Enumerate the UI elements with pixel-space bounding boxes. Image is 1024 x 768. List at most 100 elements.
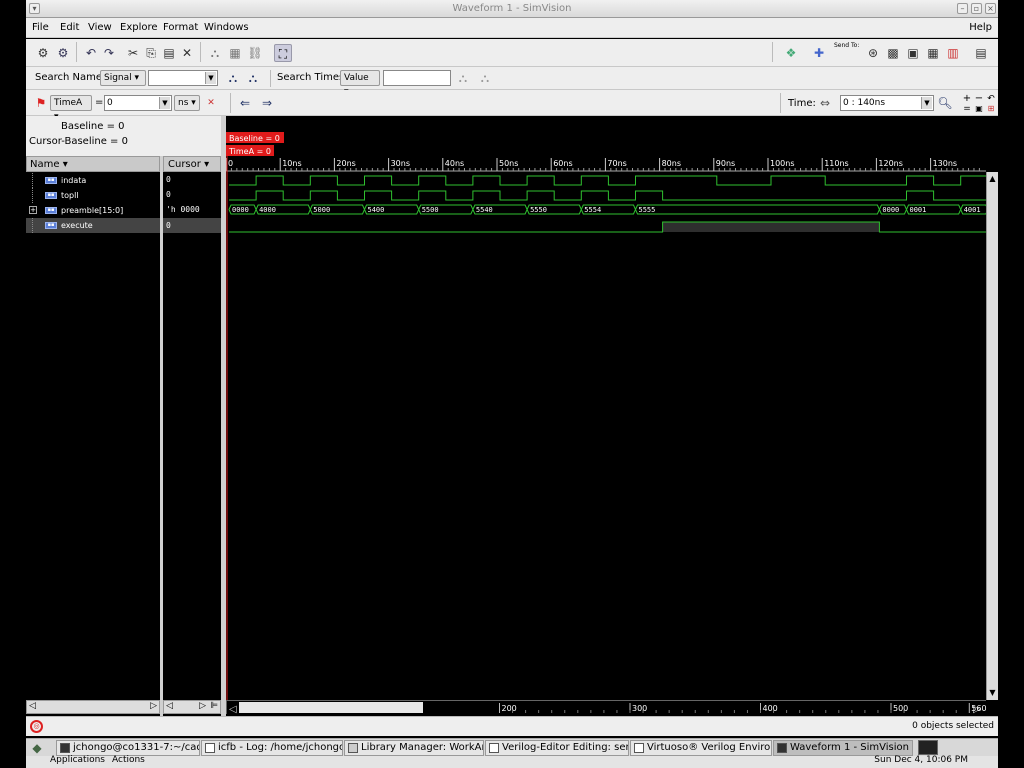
- bus-value-label: 5550: [530, 206, 547, 214]
- task-library-manager[interactable]: Library Manager: WorkArea:: [344, 740, 484, 756]
- name-horizontal-scrollbar[interactable]: ◁ ▷: [26, 700, 160, 714]
- expand-icon[interactable]: +: [29, 206, 37, 214]
- desktop-left-strip: [0, 0, 26, 768]
- send-to-browser-icon[interactable]: ⊛: [864, 44, 882, 62]
- window-titlebar[interactable]: ▾ Waveform 1 - SimVision – ▫ ×: [26, 0, 998, 18]
- task-waveform[interactable]: Waveform 1 - SimVision: [773, 740, 913, 756]
- search-names-type-value: Signal: [104, 73, 132, 83]
- minimize-icon[interactable]: –: [957, 3, 968, 14]
- name-column-header[interactable]: Name ▾: [26, 156, 160, 172]
- search-names-prev-icon[interactable]: ⛬: [244, 69, 262, 87]
- overview-left-arrow-icon[interactable]: ◁: [229, 704, 237, 715]
- waveform-canvas[interactable]: Baseline = 0 TimeA = 0 0 10ns 20ns 30ns 40ns 50…: [225, 116, 989, 700]
- menu-help[interactable]: Help: [969, 22, 992, 33]
- wave-indata[interactable]: [229, 175, 988, 186]
- select-mode-icon[interactable]: ⛶: [274, 44, 292, 62]
- cursor-horizontal-scrollbar[interactable]: ◁ ▷ ⊫: [163, 700, 221, 714]
- cursor-unit-select[interactable]: ns ▾: [174, 95, 200, 111]
- search-times-input[interactable]: [383, 70, 451, 86]
- cursor-column-header[interactable]: Cursor ▾: [163, 156, 221, 172]
- signal-name-list: ▪▪ indata ▪▪ topll + ▪▪ preamble[15:0] ▪…: [26, 172, 160, 699]
- menu-edit[interactable]: Edit: [60, 22, 79, 33]
- search-names-next-icon[interactable]: ⛬: [224, 69, 242, 87]
- timeline-tick-label: 20ns: [336, 159, 355, 168]
- chevron-down-icon[interactable]: ▼: [921, 97, 932, 109]
- task-icfb-log[interactable]: icfb - Log: /home/jchongo/Cl: [201, 740, 343, 756]
- delete-icon[interactable]: ✕: [178, 44, 196, 62]
- task-terminal[interactable]: jchongo@co1331-7:~/caden: [56, 740, 200, 756]
- actions-menu[interactable]: Actions: [112, 755, 145, 765]
- hierarchy-icon[interactable]: ❖: [782, 44, 800, 62]
- cursor-flag-icon[interactable]: ⚑: [32, 94, 50, 112]
- cut-icon[interactable]: ✂: [124, 44, 142, 62]
- signal-icon: ▪▪: [45, 192, 57, 199]
- time-range-lock-icon[interactable]: ⇔: [816, 94, 834, 112]
- signal-name: topll: [61, 191, 79, 200]
- reinvoke-icon[interactable]: ⚙: [54, 44, 72, 62]
- zoom-icon[interactable]: 🔍︎: [936, 94, 954, 112]
- task-virtuoso[interactable]: Virtuoso® Verilog Environm: [630, 740, 772, 756]
- open-database-icon[interactable]: ⚙: [34, 44, 52, 62]
- close-icon[interactable]: ×: [985, 3, 996, 14]
- waveform-svg[interactable]: Baseline = 0 TimeA = 0 0 10ns 20ns 30ns 40ns 50…: [225, 116, 989, 700]
- bus-value-label: 5555: [639, 206, 656, 214]
- stop-icon[interactable]: ◎: [30, 720, 43, 733]
- menu-windows[interactable]: Windows: [204, 22, 249, 33]
- overview-svg[interactable]: ◁▷200300400500560ns: [227, 701, 996, 715]
- scroll-left-icon[interactable]: ◁: [166, 701, 173, 711]
- send-to-register-icon[interactable]: ▦: [924, 44, 942, 62]
- time-range-input[interactable]: 0 : 140ns ▼: [840, 95, 934, 111]
- search-names-type-select[interactable]: Signal ▾: [100, 70, 146, 86]
- menu-explore[interactable]: Explore: [120, 22, 158, 33]
- undo-icon[interactable]: ↶: [82, 44, 100, 62]
- previous-edge-icon[interactable]: ⇐: [236, 94, 254, 112]
- align-icon[interactable]: ⊫: [210, 701, 218, 711]
- search-times-type-select[interactable]: Value ▾: [340, 70, 380, 97]
- send-to-schematic-icon[interactable]: ▩: [884, 44, 902, 62]
- create-expression-icon[interactable]: ⛓: [246, 44, 264, 62]
- task-verilog-editor[interactable]: Verilog-Editor Editing: senio: [485, 740, 629, 756]
- send-to-memory-icon[interactable]: ▤: [972, 44, 990, 62]
- scroll-right-icon[interactable]: ▷: [150, 701, 157, 711]
- scroll-right-icon[interactable]: ▷: [199, 701, 206, 711]
- paste-icon[interactable]: ▤: [160, 44, 178, 62]
- signal-row-indata[interactable]: ▪▪ indata: [26, 173, 160, 188]
- menu-format[interactable]: Format: [163, 22, 198, 33]
- search-names-input[interactable]: ▼: [148, 70, 218, 86]
- vertical-scrollbar[interactable]: ▲ ▼: [986, 172, 998, 700]
- next-edge-icon[interactable]: ⇒: [258, 94, 276, 112]
- send-to-design-browser-icon[interactable]: ▥: [944, 44, 962, 62]
- scroll-down-icon[interactable]: ▼: [988, 688, 997, 698]
- wave-topll[interactable]: [229, 190, 988, 201]
- overview-visible-window[interactable]: [239, 702, 423, 713]
- add-plus-icon[interactable]: ✚: [810, 44, 828, 62]
- chevron-down-icon[interactable]: ▼: [159, 97, 170, 109]
- time-overview-bar[interactable]: ◁▷200300400500560ns: [226, 700, 996, 715]
- signal-row-preamble[interactable]: + ▪▪ preamble[15:0]: [26, 203, 160, 218]
- redo-icon[interactable]: ↷: [100, 44, 118, 62]
- copy-icon[interactable]: ⎘: [142, 44, 160, 62]
- bus-segment-preamble[interactable]: [634, 204, 880, 215]
- cursor-value-preamble: 'h 0000: [166, 205, 200, 214]
- delete-cursor-icon[interactable]: ✕: [202, 94, 220, 112]
- workspace-switcher[interactable]: [918, 740, 938, 755]
- cursor-time-input[interactable]: 0 ▼: [104, 95, 172, 111]
- signal-row-topll[interactable]: ▪▪ topll: [26, 188, 160, 203]
- applications-menu[interactable]: Applications: [50, 755, 105, 765]
- create-bus-icon[interactable]: ⛬: [206, 44, 224, 62]
- search-times-prev-icon[interactable]: ⛬: [454, 69, 472, 87]
- bus-value-label: 4001: [964, 206, 981, 214]
- cursor-select[interactable]: TimeA ▾: [50, 95, 92, 122]
- show-desktop-icon[interactable]: ◆: [28, 739, 46, 757]
- chevron-down-icon[interactable]: ▼: [205, 72, 216, 84]
- maximize-icon[interactable]: ▫: [971, 3, 982, 14]
- create-condition-icon[interactable]: ▦: [226, 44, 244, 62]
- search-times-next-icon[interactable]: ⛬: [476, 69, 494, 87]
- menu-file[interactable]: File: [32, 22, 49, 33]
- scroll-left-icon[interactable]: ◁: [29, 701, 36, 711]
- cursor-value-list: 0 0 'h 0000 0: [163, 172, 221, 699]
- signal-row-execute[interactable]: ▪▪ execute: [26, 218, 160, 233]
- scroll-up-icon[interactable]: ▲: [988, 174, 997, 184]
- menu-view[interactable]: View: [88, 22, 112, 33]
- send-to-source-icon[interactable]: ▣: [904, 44, 922, 62]
